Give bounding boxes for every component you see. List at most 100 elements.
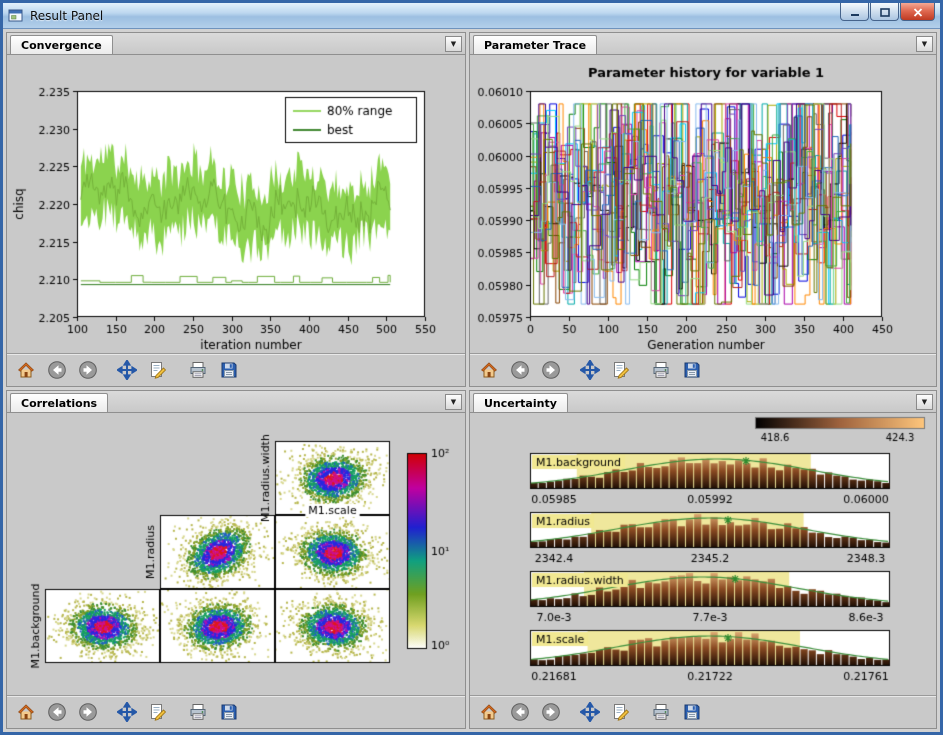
back-icon <box>47 702 67 722</box>
save-button[interactable] <box>678 357 706 383</box>
trace-canvas[interactable] <box>470 55 936 353</box>
save-icon <box>682 360 702 380</box>
window-controls <box>840 3 935 21</box>
forward-button[interactable] <box>537 699 565 725</box>
pan-button[interactable] <box>576 357 604 383</box>
print-button[interactable] <box>184 699 212 725</box>
tab-convergence-label: Convergence <box>21 39 102 52</box>
tab-parameter-trace-label: Parameter Trace <box>484 39 586 52</box>
chevron-down-icon: ▼ <box>451 398 456 406</box>
forward-icon <box>541 360 561 380</box>
save-icon <box>219 360 239 380</box>
tab-parameter-trace[interactable]: Parameter Trace <box>473 35 597 54</box>
edit-button[interactable] <box>607 357 635 383</box>
close-button[interactable] <box>900 3 935 21</box>
home-icon <box>479 360 499 380</box>
panel-correlations: Correlations ▼ <box>6 390 466 729</box>
close-icon <box>913 2 923 21</box>
home-button[interactable] <box>12 357 40 383</box>
back-button[interactable] <box>43 699 71 725</box>
pan-icon <box>580 702 600 722</box>
pan-button[interactable] <box>113 357 141 383</box>
window-title: Result Panel <box>30 9 840 23</box>
edit-icon <box>148 360 168 380</box>
home-button[interactable] <box>475 357 503 383</box>
chevron-down-icon: ▼ <box>922 40 927 48</box>
print-icon <box>651 702 671 722</box>
home-button[interactable] <box>12 699 40 725</box>
home-icon <box>16 702 36 722</box>
uncertainty-canvas[interactable] <box>470 413 936 694</box>
uncertainty-tabbar: Uncertainty ▼ <box>470 391 936 413</box>
edit-icon <box>611 702 631 722</box>
edit-button[interactable] <box>607 699 635 725</box>
correlations-tabbar: Correlations ▼ <box>7 391 465 413</box>
result-panel-window: Result Panel Convergence ▼ <box>0 0 943 735</box>
maximize-button[interactable] <box>870 3 899 21</box>
back-icon <box>510 360 530 380</box>
edit-icon <box>611 360 631 380</box>
correlations-panel-dropdown[interactable]: ▼ <box>445 394 462 410</box>
pan-button[interactable] <box>113 699 141 725</box>
tab-convergence[interactable]: Convergence <box>10 35 113 54</box>
minimize-icon <box>850 2 860 21</box>
correlations-canvas[interactable] <box>7 413 465 694</box>
tab-correlations[interactable]: Correlations <box>10 393 108 412</box>
print-button[interactable] <box>647 357 675 383</box>
pan-icon <box>580 360 600 380</box>
back-button[interactable] <box>43 357 71 383</box>
edit-icon <box>148 702 168 722</box>
print-icon <box>188 702 208 722</box>
convergence-plot <box>7 55 465 353</box>
print-button[interactable] <box>647 699 675 725</box>
back-icon <box>510 702 530 722</box>
convergence-panel-dropdown[interactable]: ▼ <box>445 36 462 52</box>
print-icon <box>188 360 208 380</box>
home-icon <box>16 360 36 380</box>
pan-icon <box>117 360 137 380</box>
save-button[interactable] <box>678 699 706 725</box>
convergence-canvas[interactable] <box>7 55 465 353</box>
forward-icon <box>78 702 98 722</box>
print-icon <box>651 360 671 380</box>
home-icon <box>479 702 499 722</box>
chevron-down-icon: ▼ <box>451 40 456 48</box>
trace-tabbar: Parameter Trace ▼ <box>470 33 936 55</box>
save-icon <box>219 702 239 722</box>
print-button[interactable] <box>184 357 212 383</box>
uncertainty-toolbar <box>470 695 936 728</box>
back-button[interactable] <box>506 357 534 383</box>
pan-icon <box>117 702 137 722</box>
convergence-toolbar <box>7 353 465 386</box>
convergence-tabbar: Convergence ▼ <box>7 33 465 55</box>
trace-plot <box>470 55 936 353</box>
back-icon <box>47 360 67 380</box>
forward-button[interactable] <box>74 357 102 383</box>
forward-button[interactable] <box>74 699 102 725</box>
minimize-button[interactable] <box>840 3 869 21</box>
forward-button[interactable] <box>537 357 565 383</box>
panel-parameter-trace: Parameter Trace ▼ <box>469 32 937 387</box>
correlations-plot <box>7 413 465 695</box>
pan-button[interactable] <box>576 699 604 725</box>
chevron-down-icon: ▼ <box>922 398 927 406</box>
save-button[interactable] <box>215 357 243 383</box>
tab-uncertainty-label: Uncertainty <box>484 397 557 410</box>
forward-icon <box>541 702 561 722</box>
trace-toolbar <box>470 353 936 386</box>
correlations-toolbar <box>7 695 465 728</box>
tab-correlations-label: Correlations <box>21 397 97 410</box>
panel-uncertainty: Uncertainty ▼ <box>469 390 937 729</box>
tab-uncertainty[interactable]: Uncertainty <box>473 393 568 412</box>
forward-icon <box>78 360 98 380</box>
panel-convergence: Convergence ▼ <box>6 32 466 387</box>
home-button[interactable] <box>475 699 503 725</box>
save-button[interactable] <box>215 699 243 725</box>
back-button[interactable] <box>506 699 534 725</box>
edit-button[interactable] <box>144 357 172 383</box>
edit-button[interactable] <box>144 699 172 725</box>
uncertainty-panel-dropdown[interactable]: ▼ <box>916 394 933 410</box>
titlebar[interactable]: Result Panel <box>3 3 940 29</box>
save-icon <box>682 702 702 722</box>
trace-panel-dropdown[interactable]: ▼ <box>916 36 933 52</box>
